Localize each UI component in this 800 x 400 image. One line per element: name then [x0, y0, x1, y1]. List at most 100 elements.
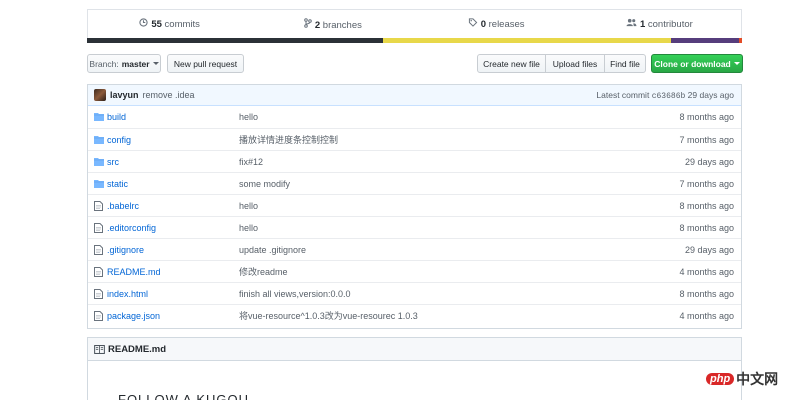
new-pull-request-button[interactable]: New pull request	[167, 54, 244, 73]
file-name[interactable]: static	[107, 179, 128, 189]
file-age: 8 months ago	[679, 222, 734, 233]
readme-title: README.md	[108, 343, 167, 355]
branch-icon	[304, 17, 312, 30]
history-icon	[139, 18, 148, 29]
branch-prefix: Branch:	[89, 58, 119, 69]
branches-link[interactable]: 2 branches	[251, 17, 414, 31]
watermark-text: 中文网	[736, 371, 779, 387]
branches-count: 2	[314, 19, 321, 31]
commit-age: 29 days ago	[687, 89, 734, 100]
repo-summary: 55 commits 2 branches 0 releases 1 contr…	[87, 9, 742, 38]
branches-label: branches	[322, 19, 362, 31]
people-icon	[626, 18, 637, 29]
watermark-badge: php	[706, 373, 735, 385]
file-age: 4 months ago	[679, 310, 734, 321]
language-bar[interactable]	[87, 38, 742, 43]
file-commit-message[interactable]: hello	[239, 201, 258, 211]
commits-count: 55	[151, 19, 162, 30]
table-row: config 播放详情进度条控制控制 7 months ago	[88, 128, 741, 150]
tag-icon	[468, 18, 478, 29]
latest-commit-info: Latest commit c63686b 29 days ago	[596, 90, 734, 101]
file-age: 8 months ago	[679, 112, 734, 122]
table-row: build hello 8 months ago	[88, 106, 741, 128]
latest-commit-bar: lavyun remove .idea Latest commit c63686…	[88, 85, 741, 106]
commits-link[interactable]: 55 commits	[88, 18, 251, 30]
language-segment	[383, 38, 671, 43]
table-row: .editorconfig hello 8 months ago	[88, 216, 741, 238]
find-file-button[interactable]: Find file	[604, 54, 646, 73]
file-icon	[94, 201, 104, 211]
file-icon	[94, 223, 104, 233]
table-row: index.html finish all views,version:0.0.…	[88, 282, 741, 304]
releases-link[interactable]: 0 releases	[415, 18, 578, 30]
branch-name: master	[121, 58, 150, 69]
file-table: lavyun remove .idea Latest commit c63686…	[87, 84, 742, 329]
file-age: 7 months ago	[679, 134, 734, 145]
contributors-label: contributor	[647, 19, 693, 30]
folder-icon	[94, 157, 104, 166]
file-commit-message[interactable]: hello	[239, 112, 258, 122]
releases-count: 0	[480, 19, 486, 30]
file-age: 7 months ago	[679, 178, 734, 189]
releases-label: releases	[488, 19, 525, 30]
file-name[interactable]: .gitignore	[107, 245, 144, 255]
commit-author[interactable]: lavyun	[110, 90, 139, 100]
language-segment	[670, 38, 740, 43]
contributors-count: 1	[639, 19, 646, 30]
table-row: static some modify 7 months ago	[88, 172, 741, 194]
file-age: 29 days ago	[684, 156, 734, 167]
file-icon	[94, 311, 104, 321]
chevron-down-icon	[733, 62, 740, 65]
readme-body: FOLLOW A KUGOU	[87, 360, 742, 400]
language-segment	[87, 38, 384, 43]
file-commit-message[interactable]: 将vue-resource^1.0.3改为vue-resourec 1.0.3	[239, 309, 418, 322]
file-name[interactable]: build	[107, 112, 126, 122]
file-name[interactable]: package.json	[107, 311, 160, 321]
branch-select-button[interactable]: Branch: master	[87, 54, 161, 73]
contributors-link[interactable]: 1 contributor	[578, 18, 741, 30]
folder-icon	[94, 112, 104, 121]
file-name[interactable]: src	[107, 157, 119, 167]
table-row: README.md 修改readme 4 months ago	[88, 260, 741, 282]
table-row: src fix#12 29 days ago	[88, 150, 741, 172]
file-age: 29 days ago	[684, 244, 734, 255]
file-commit-message[interactable]: update .gitignore	[239, 245, 306, 255]
folder-icon	[94, 179, 104, 188]
file-commit-message[interactable]: hello	[239, 223, 258, 233]
file-commit-message[interactable]: fix#12	[239, 157, 263, 167]
latest-commit-prefix: Latest commit	[596, 89, 650, 100]
site-watermark-logo: php 中文网	[706, 369, 778, 389]
file-commit-message[interactable]: finish all views,version:0.0.0	[239, 289, 351, 299]
file-age: 8 months ago	[679, 288, 734, 299]
file-name[interactable]: .babelrc	[107, 201, 139, 211]
file-icon	[94, 245, 104, 255]
commits-label: commits	[164, 19, 200, 30]
file-age: 4 months ago	[679, 266, 734, 277]
file-name[interactable]: index.html	[107, 289, 148, 299]
file-icon	[94, 267, 104, 277]
book-icon	[94, 344, 105, 354]
language-segment	[739, 38, 742, 43]
file-icon	[94, 289, 104, 299]
clone-download-label: Clone or download	[654, 58, 731, 69]
avatar[interactable]	[94, 89, 106, 101]
create-new-file-button[interactable]: Create new file	[477, 54, 546, 73]
chevron-down-icon	[152, 62, 159, 65]
file-age: 8 months ago	[679, 200, 734, 211]
file-name[interactable]: README.md	[107, 267, 161, 277]
clone-download-button[interactable]: Clone or download	[651, 54, 743, 73]
table-row: package.json 将vue-resource^1.0.3改为vue-re…	[88, 304, 741, 326]
file-commit-message[interactable]: 修改readme	[239, 265, 288, 278]
file-commit-message[interactable]: 播放详情进度条控制控制	[239, 133, 338, 146]
file-list: build hello 8 months ago config 播放详情进度条控…	[88, 106, 741, 326]
table-row: .babelrc hello 8 months ago	[88, 194, 741, 216]
file-name[interactable]: config	[107, 135, 131, 145]
upload-files-button[interactable]: Upload files	[545, 54, 605, 73]
file-commit-message[interactable]: some modify	[239, 179, 290, 189]
readme-heading: FOLLOW A KUGOU	[118, 392, 250, 400]
table-row: .gitignore update .gitignore 29 days ago	[88, 238, 741, 260]
commit-message[interactable]: remove .idea	[143, 90, 195, 100]
folder-icon	[94, 135, 104, 144]
commit-sha[interactable]: c63686b	[652, 92, 686, 101]
file-name[interactable]: .editorconfig	[107, 223, 156, 233]
